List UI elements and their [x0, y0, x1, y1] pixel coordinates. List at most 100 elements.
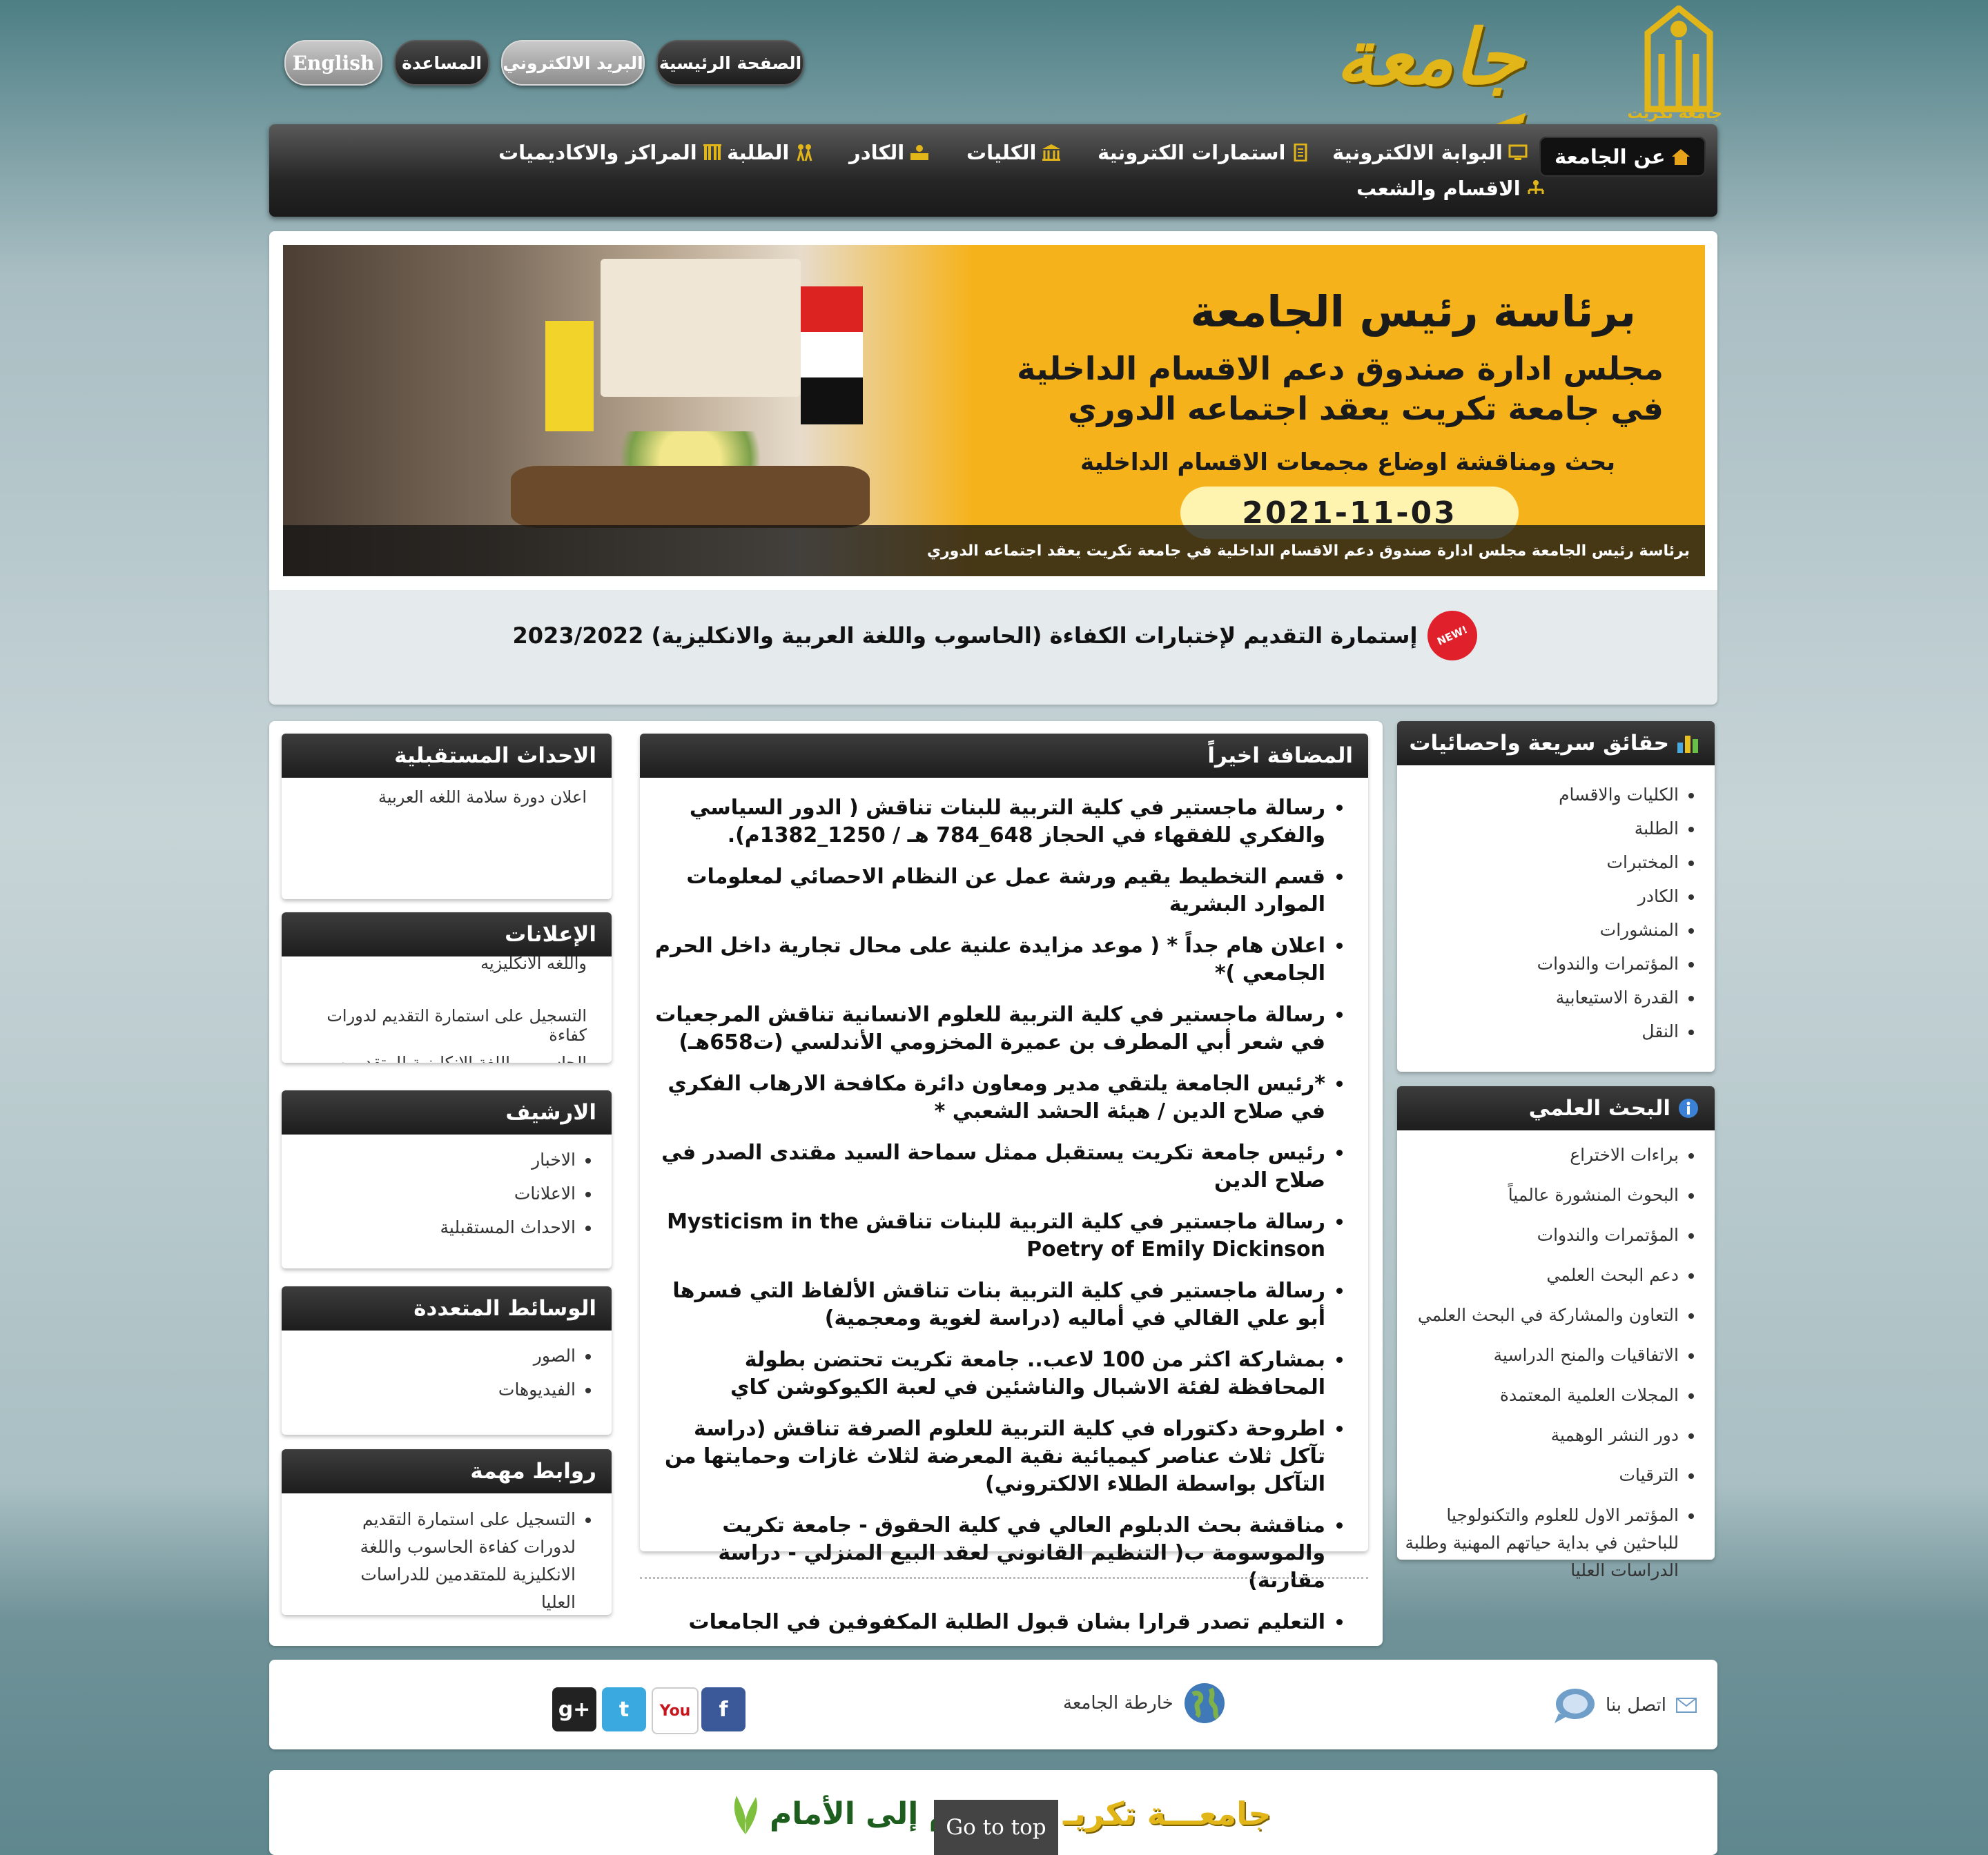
- facts-item[interactable]: المؤتمرات والندوات: [1404, 947, 1679, 981]
- ads-text-2: التسجيل على استمارة التقديم لدورات كفاءة: [327, 1006, 587, 1045]
- media-item[interactable]: الفيديوهات: [289, 1373, 576, 1406]
- news-item[interactable]: رسالة ماجستير في كلية التربية للعلوم الا…: [647, 1001, 1325, 1057]
- footer-bar: اتصل بنا خارطة الجامعة g+ t You f: [269, 1660, 1717, 1749]
- contact-label: اتصل بنا: [1606, 1695, 1666, 1716]
- news-slider[interactable]: برئاسة رئيس الجامعة مجلس ادارة صندوق دعم…: [283, 245, 1705, 576]
- research-item[interactable]: المجلات العلمية المعتمدة: [1404, 1382, 1679, 1415]
- nav-centers[interactable]: المراكز والاكاديميات: [498, 141, 722, 164]
- media-item[interactable]: الصور: [289, 1339, 576, 1373]
- nav-portal-label: البوابة الالكترونية: [1332, 141, 1503, 164]
- map-link[interactable]: خارطة الجامعة: [1063, 1682, 1226, 1725]
- research-item[interactable]: التعاون والمشاركة في البحث العلمي: [1404, 1302, 1679, 1335]
- research-item[interactable]: براءات الاختراع: [1404, 1141, 1679, 1175]
- news-item[interactable]: بمشاركة اكثر من 100 لاعب.. جامعة تكريت ت…: [647, 1346, 1325, 1402]
- facts-item[interactable]: القدرة الاستيعابية: [1404, 981, 1679, 1014]
- news-item[interactable]: مناقشة بحث الدبلوم العالي في كلية الحقوق…: [647, 1512, 1325, 1595]
- ads-header: الإعلانات: [282, 912, 612, 956]
- news-item[interactable]: *رئيس الجامعة يلتقي مدير ومعاون دائرة مك…: [647, 1070, 1325, 1126]
- nav-forms[interactable]: استمارات الكترونية: [1098, 141, 1310, 164]
- featured-panel: برئاسة رئيس الجامعة مجلس ادارة صندوق دعم…: [269, 231, 1717, 705]
- ads-ticker[interactable]: واللغه الانكليزيه التسجيل على استمارة ال…: [282, 954, 612, 1063]
- research-item[interactable]: المؤتمر الاول للعلوم والتكنولوجيا للباحث…: [1404, 1502, 1679, 1580]
- leaf-logo-icon: [734, 1796, 758, 1834]
- facts-item[interactable]: الكادر: [1404, 879, 1679, 913]
- archive-item[interactable]: الاخبار: [289, 1143, 576, 1177]
- hierarchy-icon: [1528, 180, 1544, 194]
- university-logo[interactable]: جامعة تكريت جامعة تكريت: [1336, 6, 1722, 190]
- news-item[interactable]: اطروحة دكتوراه في كلية التربية للعلوم ال…: [647, 1415, 1325, 1498]
- nav-portal[interactable]: البوابة الالكترونية: [1332, 141, 1528, 164]
- research-item[interactable]: الترقيات: [1404, 1462, 1679, 1495]
- nav-about[interactable]: عن الجامعة: [1539, 137, 1706, 177]
- facebook-icon[interactable]: f: [701, 1687, 746, 1731]
- english-button[interactable]: English: [284, 40, 382, 86]
- events-box: الاحداث المستقبلية اعلان دورة سلامة اللغ…: [282, 734, 612, 899]
- email-button[interactable]: البريد الالكتروني: [501, 40, 645, 86]
- youtube-icon[interactable]: You: [652, 1687, 699, 1734]
- banner-line-3: في جامعة تكريت يعقد اجتماعه الدوري: [1068, 390, 1664, 427]
- facts-item[interactable]: المنشورات: [1404, 913, 1679, 947]
- research-item[interactable]: دعم البحث العلمي: [1404, 1262, 1679, 1295]
- promo-link[interactable]: إستمارة التقديم لإختبارات الكفاءة (الحاس…: [269, 607, 1717, 665]
- facts-header: حقائق سريعة واحصائيات: [1397, 721, 1715, 765]
- promo-text: إستمارة التقديم لإختبارات الكفاءة (الحاس…: [512, 622, 1418, 649]
- home-button[interactable]: الصفحة الرئيسية: [656, 40, 804, 86]
- go-to-top-button[interactable]: Go to top: [934, 1800, 1058, 1855]
- nav-students[interactable]: الطلبة: [727, 141, 814, 164]
- latest-box: المضافة اخيراً رسالة ماجستير في كلية الت…: [640, 734, 1368, 1634]
- facts-item[interactable]: الطلبة: [1404, 812, 1679, 845]
- research-box: البحث العلمي براءات الاختراع البحوث المن…: [1397, 1086, 1715, 1580]
- info-icon: [1679, 1099, 1698, 1118]
- latest-list: رسالة ماجستير في كلية التربية للبنات تنا…: [640, 778, 1368, 1636]
- media-header: الوسائط المتعددة: [282, 1286, 612, 1331]
- nav-departments[interactable]: الاقسام والشعب: [1356, 177, 1546, 200]
- news-item[interactable]: رئيس جامعة تكريت يستقبل ممثل سماحة السيد…: [647, 1139, 1325, 1195]
- research-header: البحث العلمي: [1397, 1086, 1715, 1130]
- crest-icon: [1644, 6, 1713, 112]
- building-icon: [1042, 144, 1061, 161]
- news-item[interactable]: قسم التخطيط يقيم ورشة عمل عن النظام الاح…: [647, 863, 1325, 919]
- research-item[interactable]: دور النشر الوهمية: [1404, 1422, 1679, 1455]
- slider-caption[interactable]: برئاسة رئيس الجامعة مجلس ادارة صندوق دعم…: [283, 525, 1705, 576]
- research-item[interactable]: المؤتمرات والندوات: [1404, 1221, 1679, 1255]
- archive-item[interactable]: الاعلانات: [289, 1177, 576, 1210]
- facts-item[interactable]: المختبرات: [1404, 845, 1679, 879]
- logo-small-text: جامعة تكريت: [1627, 105, 1722, 122]
- nav-about-label: عن الجامعة: [1555, 145, 1666, 168]
- globe-icon: [1184, 1683, 1225, 1723]
- news-item[interactable]: رسالة ماجستير في كلية التربية بنات تناقش…: [647, 1277, 1325, 1333]
- monitor-icon: [1508, 144, 1528, 160]
- contact-link[interactable]: اتصل بنا: [1552, 1686, 1697, 1725]
- news-item[interactable]: التعليم تصدر قرارا بشان قبول الطلبة المك…: [647, 1609, 1325, 1636]
- links-list: التسجيل على استمارة التقديم لدورات كفاءة…: [282, 1493, 612, 1616]
- media-list: الصور الفيديوهات: [282, 1331, 612, 1406]
- dotted-divider: [640, 1577, 1368, 1579]
- news-item[interactable]: رسالة ماجستير في كلية التربية للبنات تنا…: [647, 1208, 1325, 1264]
- ads-box: الإعلانات واللغه الانكليزيه التسجيل على …: [282, 912, 612, 1063]
- news-item[interactable]: اعلان هام جداً * ( موعد مزايدة علنية على…: [647, 932, 1325, 988]
- nav-colleges[interactable]: الكليات: [966, 141, 1061, 164]
- nav-staff[interactable]: الكادر: [849, 141, 929, 164]
- banner-line-4: بحث ومناقشة اوضاع مجمعات الاقسام الداخلي…: [1080, 449, 1615, 476]
- archive-box: الارشيف الاخبار الاعلانات الاحداث المستق…: [282, 1090, 612, 1268]
- events-item[interactable]: اعلان دورة سلامة اللغه العربية: [282, 778, 612, 807]
- columns-icon: [703, 144, 721, 160]
- archive-item[interactable]: الاحداث المستقبلية: [289, 1210, 576, 1244]
- archive-list: الاخبار الاعلانات الاحداث المستقبلية: [282, 1135, 612, 1244]
- facts-box: حقائق سريعة واحصائيات الكليات والاقسام ا…: [1397, 721, 1715, 1072]
- google-plus-icon[interactable]: g+: [552, 1687, 596, 1731]
- news-item[interactable]: رسالة ماجستير في كلية التربية للبنات تنا…: [647, 794, 1325, 850]
- help-button[interactable]: المساعدة: [394, 40, 489, 86]
- bar-chart-icon: [1677, 736, 1698, 753]
- ads-text-1: واللغه الانكليزيه: [480, 954, 587, 973]
- contact-icon: [1555, 1689, 1595, 1723]
- links-item[interactable]: التسجيل على استمارة التقديم لدورات كفاءة…: [323, 1506, 576, 1616]
- twitter-icon[interactable]: t: [602, 1687, 646, 1731]
- research-item[interactable]: البحوث المنشورة عالمياً: [1404, 1181, 1679, 1215]
- research-item[interactable]: الاتفاقيات والمنح الدراسية: [1404, 1342, 1679, 1375]
- facts-item[interactable]: الكليات والاقسام: [1404, 778, 1679, 812]
- nav-colleges-label: الكليات: [966, 141, 1037, 164]
- facts-item[interactable]: النقل: [1404, 1014, 1679, 1048]
- facts-title: حقائق سريعة واحصائيات: [1409, 731, 1669, 756]
- nav-departments-label: الاقسام والشعب: [1356, 177, 1521, 200]
